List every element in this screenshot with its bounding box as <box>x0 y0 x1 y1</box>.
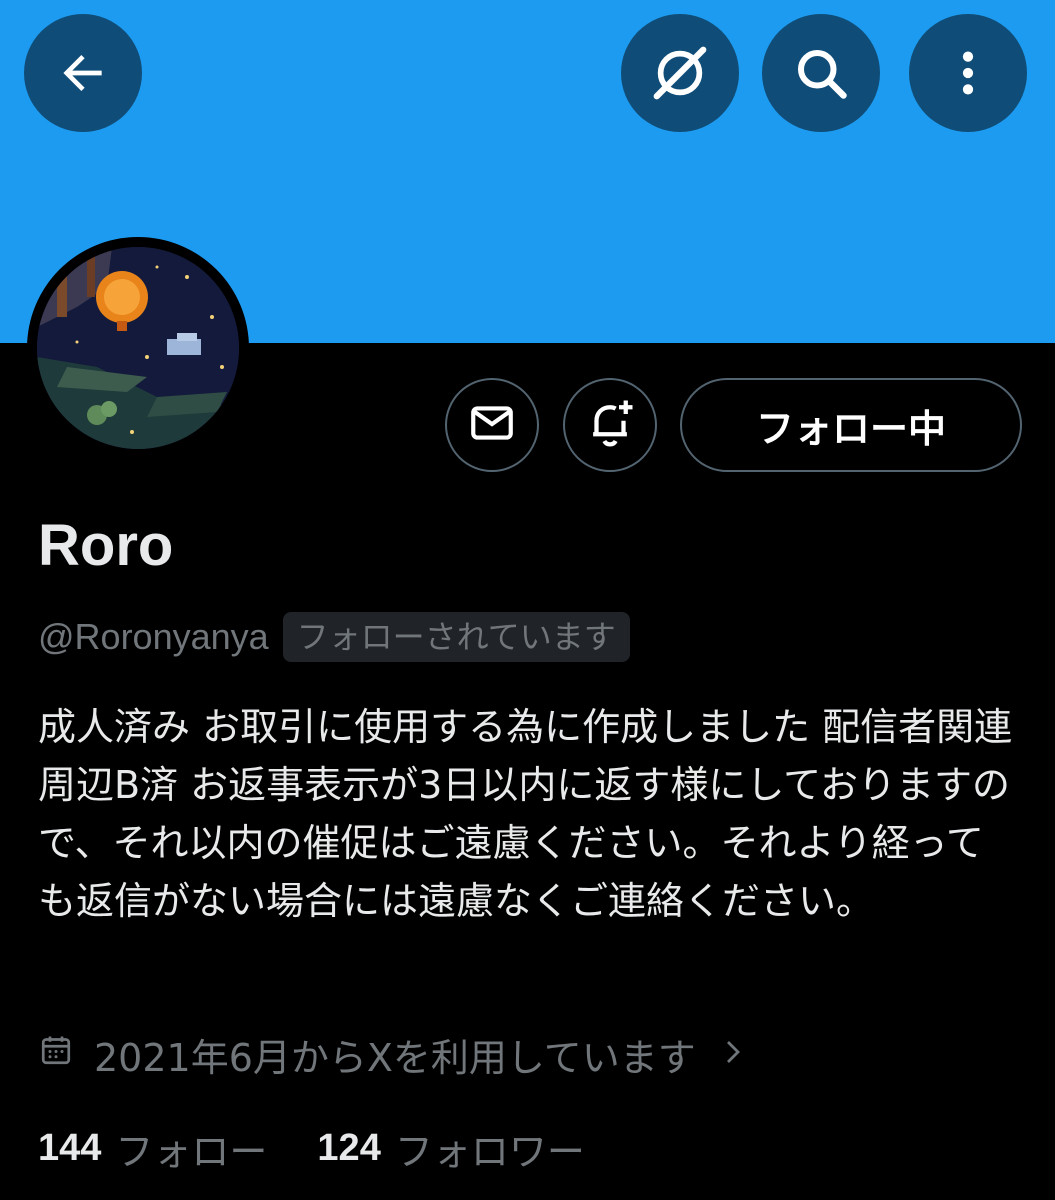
following-button[interactable]: フォロー中 <box>680 378 1022 472</box>
grok-button[interactable] <box>621 14 739 132</box>
search-button[interactable] <box>762 14 880 132</box>
user-handle: @Roronyanya <box>38 616 269 657</box>
profile-bio: 成人済み お取引に使用する為に作成しました 配信者関連周辺B済 お返事表示が3日… <box>38 705 1013 923</box>
grok-icon <box>649 42 711 104</box>
search-icon <box>791 43 851 103</box>
follow-stats: 144 フォロー 124 フォロワー <box>38 1118 585 1178</box>
following-count: 144 <box>38 1126 102 1169</box>
more-button[interactable] <box>909 14 1027 132</box>
following-link[interactable]: 144 フォロー <box>38 1121 267 1176</box>
followers-count: 124 <box>317 1126 381 1169</box>
message-button[interactable] <box>445 378 539 472</box>
followers-link[interactable]: 124 フォロワー <box>317 1121 584 1176</box>
mail-icon <box>467 398 517 452</box>
more-vertical-icon <box>940 45 996 101</box>
arrow-left-icon <box>55 45 111 101</box>
back-button[interactable] <box>24 14 142 132</box>
followers-label: フォロワー <box>394 1129 585 1174</box>
following-label: フォロー <box>115 1129 268 1174</box>
avatar-image <box>37 247 239 449</box>
chevron-right-icon <box>718 1032 748 1076</box>
bell-plus-icon <box>583 396 637 454</box>
joined-date-row[interactable]: 2021年6月からXを利用しています <box>38 1024 748 1084</box>
display-name: Roro <box>38 513 174 578</box>
joined-text: 2021年6月からXを利用しています <box>94 1035 696 1080</box>
calendar-icon <box>38 1032 74 1077</box>
handle-row: @Roronyanya フォローされています <box>38 610 630 664</box>
follows-you-badge: フォローされています <box>282 612 630 662</box>
avatar[interactable] <box>27 237 249 459</box>
notify-button[interactable] <box>563 378 657 472</box>
